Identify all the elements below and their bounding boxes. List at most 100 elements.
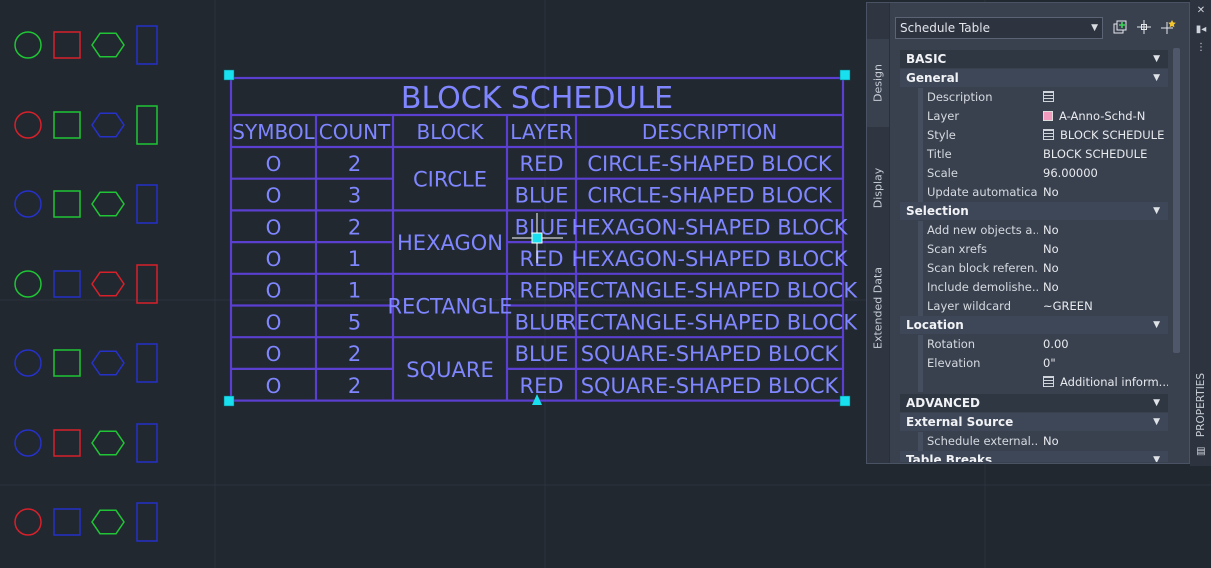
palette-scrollbar[interactable] [1173, 48, 1180, 353]
property-value[interactable]: No [1040, 183, 1168, 201]
property-value[interactable]: No [1040, 259, 1168, 277]
square-block[interactable] [53, 270, 81, 298]
hexagon-block[interactable] [91, 32, 125, 58]
hexagon-block[interactable] [91, 509, 125, 535]
hexagon-block[interactable] [91, 271, 125, 297]
layer-cell: RED [519, 374, 563, 398]
properties-palette[interactable]: Design Display Extended Data Schedule Ta… [866, 2, 1190, 464]
external-source-row[interactable]: Schedule external... No [900, 432, 1168, 451]
chevron-down-icon[interactable]: ▼ [1153, 316, 1160, 334]
selection-grip[interactable] [223, 69, 235, 81]
section-general[interactable]: General ▼ [900, 69, 1168, 87]
property-value[interactable]: No [1040, 432, 1168, 450]
property-value[interactable]: No [1040, 240, 1168, 258]
hexagon-block[interactable] [91, 430, 125, 456]
object-type-dropdown[interactable]: Schedule Table ▼ [895, 17, 1103, 39]
circle-block[interactable] [14, 190, 42, 218]
rectangle-block[interactable] [136, 105, 158, 145]
chevron-down-icon[interactable]: ▼ [1153, 202, 1160, 220]
close-icon[interactable]: ✕ [1194, 5, 1208, 17]
hexagon-block[interactable] [91, 112, 125, 138]
hexagon-block[interactable] [91, 350, 125, 376]
selection-grip[interactable] [223, 395, 235, 407]
general-row[interactable]: Description [900, 88, 1168, 107]
property-value[interactable]: BLOCK SCHEDULE [1040, 126, 1168, 144]
select-objects-icon[interactable] [1135, 19, 1153, 37]
row-gutter [918, 126, 923, 145]
section-advanced[interactable]: ADVANCED ▼ [900, 394, 1168, 412]
tab-design[interactable]: Design [867, 39, 889, 127]
rectangle-block[interactable] [136, 264, 158, 304]
property-value[interactable]: 0.00 [1040, 335, 1168, 353]
tab-display[interactable]: Display [867, 129, 889, 247]
property-value[interactable]: A-Anno-Schd-N [1040, 107, 1168, 125]
location-row[interactable]: Rotation 0.00 [900, 335, 1168, 354]
property-value[interactable]: 96.00000 [1040, 164, 1168, 182]
selection-row[interactable]: Include demolishe... No [900, 278, 1168, 297]
section-external-source[interactable]: External Source ▼ [900, 413, 1168, 431]
selection-row[interactable]: Layer wildcard ~GREEN [900, 297, 1168, 316]
square-block[interactable] [53, 190, 81, 218]
palette-options-icon[interactable]: ⋮ [1194, 42, 1208, 54]
general-row[interactable]: Layer A-Anno-Schd-N [900, 107, 1168, 126]
rectangle-block[interactable] [136, 343, 158, 383]
square-block[interactable] [53, 508, 81, 536]
section-location[interactable]: Location ▼ [900, 316, 1168, 334]
rectangle-block[interactable] [136, 423, 158, 463]
selection-row[interactable]: Scan block referen... No [900, 259, 1168, 278]
property-grid[interactable]: BASIC ▼ General ▼ Description Layer A-Anno-Sch… [900, 48, 1168, 462]
circle-block[interactable] [14, 349, 42, 377]
general-row[interactable]: Scale 96.00000 [900, 164, 1168, 183]
location-row[interactable]: Additional inform... [900, 373, 1168, 392]
chevron-down-icon[interactable]: ▼ [1153, 69, 1160, 87]
selection-row[interactable]: Scan xrefs No [900, 240, 1168, 259]
general-row[interactable]: Update automatica... No [900, 183, 1168, 202]
rectangle-block[interactable] [136, 184, 158, 224]
hexagon-block[interactable] [91, 191, 125, 217]
selection-grip[interactable] [839, 69, 851, 81]
auto-hide-icon[interactable]: ▮◂ [1194, 24, 1208, 36]
block-shapes[interactable] [14, 25, 158, 542]
circle-block[interactable] [14, 31, 42, 59]
circle-block[interactable] [14, 270, 42, 298]
section-table-breaks[interactable]: Table Breaks ▼ [900, 451, 1168, 462]
square-block[interactable] [53, 111, 81, 139]
chevron-down-icon[interactable]: ▼ [1153, 451, 1160, 462]
property-value[interactable]: 0" [1040, 354, 1168, 372]
property-label: Scan xrefs [924, 240, 1038, 258]
palette-title-bar[interactable]: ✕ ▮◂ ⋮ PROPERTIES ▤ [1190, 0, 1211, 466]
property-value-text: No [1043, 280, 1059, 294]
section-selection-label: Selection [906, 204, 969, 218]
selection-grip[interactable] [839, 395, 851, 407]
property-value[interactable] [1040, 88, 1168, 106]
general-row[interactable]: Title BLOCK SCHEDULE [900, 145, 1168, 164]
property-value[interactable]: Additional inform... [1040, 373, 1168, 391]
general-row[interactable]: Style BLOCK SCHEDULE [900, 126, 1168, 145]
section-basic[interactable]: BASIC ▼ [900, 50, 1168, 68]
selection-row[interactable]: Add new objects a... No [900, 221, 1168, 240]
rectangle-block[interactable] [136, 25, 158, 65]
location-row[interactable]: Elevation 0" [900, 354, 1168, 373]
chevron-down-icon[interactable]: ▼ [1153, 413, 1160, 431]
quick-select-icon[interactable] [1159, 19, 1177, 37]
chevron-down-icon[interactable]: ▼ [1153, 394, 1160, 412]
square-block[interactable] [53, 349, 81, 377]
chevron-down-icon[interactable]: ▼ [1153, 50, 1160, 68]
circle-block[interactable] [14, 429, 42, 457]
add-selection-icon[interactable] [1111, 19, 1129, 37]
property-value[interactable]: ~GREEN [1040, 297, 1168, 315]
square-block[interactable] [53, 31, 81, 59]
section-selection[interactable]: Selection ▼ [900, 202, 1168, 220]
properties-icon[interactable]: ▤ [1194, 446, 1208, 458]
circle-block[interactable] [14, 111, 42, 139]
property-value[interactable]: BLOCK SCHEDULE [1040, 145, 1168, 163]
property-value[interactable]: No [1040, 278, 1168, 296]
circle-block[interactable] [14, 508, 42, 536]
rectangle-block[interactable] [136, 502, 158, 542]
column-header: DESCRIPTION [642, 120, 777, 144]
square-block[interactable] [53, 429, 81, 457]
count-cell: 2 [348, 152, 361, 176]
block-schedule-table[interactable]: BLOCK SCHEDULE SYMBOL COUNT BLOCK LAYER DESCR… [223, 69, 858, 407]
tab-extended-data[interactable]: Extended Data [867, 249, 889, 367]
property-value[interactable]: No [1040, 221, 1168, 239]
